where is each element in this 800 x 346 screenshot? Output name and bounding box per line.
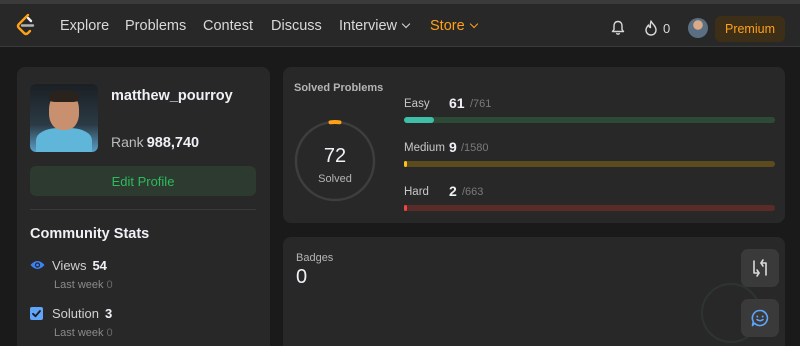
hard-count: 2 — [449, 183, 457, 199]
lastweek-label: Last week — [54, 327, 104, 339]
easy-count: 61 — [449, 95, 465, 111]
solved-total-label: Solved — [318, 173, 352, 185]
username: matthew_pourroy — [111, 88, 233, 104]
nav-contest[interactable]: Contest — [203, 18, 253, 34]
stat-views-value: 54 — [92, 258, 107, 273]
medium-progress-bar — [404, 161, 775, 167]
easy-progress-bar — [404, 117, 775, 123]
profile-card: matthew_pourroy Rank 988,740 Edit Profile… — [17, 67, 270, 346]
badges-title: Badges — [296, 252, 334, 264]
medium-progress-fill — [404, 161, 407, 167]
hard-label: Hard — [404, 186, 429, 198]
nav-problems[interactable]: Problems — [125, 18, 186, 34]
medium-label: Medium — [404, 142, 445, 154]
edit-profile-button[interactable]: Edit Profile — [30, 166, 256, 196]
solved-title: Solved Problems — [294, 82, 384, 94]
nav-discuss[interactable]: Discuss — [271, 18, 322, 34]
stat-solution-value: 3 — [104, 306, 113, 321]
hard-total: /663 — [462, 186, 484, 198]
solution-lastweek: Last week 0 — [54, 327, 113, 339]
divider — [30, 209, 256, 210]
community-stats-title: Community Stats — [30, 226, 150, 242]
feedback-button[interactable] — [741, 299, 779, 337]
chat-smile-icon — [751, 309, 769, 327]
chevron-down-icon — [401, 19, 411, 29]
lastweek-value: 0 — [106, 327, 113, 339]
easy-total: /761 — [470, 98, 492, 110]
medium-count: 9 — [449, 139, 457, 155]
badges-count: 0 — [296, 266, 308, 288]
bell-icon[interactable] — [611, 20, 625, 36]
nav-explore[interactable]: Explore — [60, 18, 109, 34]
profile-avatar — [30, 84, 98, 152]
swap-arrows-icon — [753, 259, 767, 277]
hard-progress-fill — [404, 205, 407, 211]
rank: Rank 988,740 — [111, 134, 199, 151]
views-lastweek: Last week 0 — [54, 279, 113, 291]
nav-store-label: Store — [430, 18, 465, 34]
chevron-down-icon — [469, 19, 478, 29]
lastweek-label: Last week — [54, 279, 104, 291]
streak-count: 0 — [663, 21, 671, 36]
nav-interview[interactable]: Interview — [339, 18, 411, 34]
leetcode-logo-icon[interactable] — [14, 13, 36, 37]
switch-layout-button[interactable] — [741, 249, 779, 287]
avatar[interactable] — [688, 18, 708, 38]
rank-label: Rank — [111, 134, 144, 150]
solved-total: 72 — [323, 145, 347, 167]
flame-icon[interactable] — [644, 20, 658, 36]
easy-label: Easy — [404, 98, 430, 110]
hard-progress-bar — [404, 205, 775, 211]
medium-total: /1580 — [461, 142, 489, 154]
lastweek-value: 0 — [106, 279, 113, 291]
top-navbar: Explore Problems Contest Discuss Intervi… — [0, 0, 800, 47]
solved-problems-card: Solved Problems 72 Solved Easy 61 /761 M… — [283, 67, 785, 223]
premium-button[interactable]: Premium — [715, 16, 785, 42]
stat-solution-label: Solution — [52, 306, 99, 321]
stat-views-label: Views — [52, 258, 87, 273]
rank-value: 988,740 — [146, 135, 200, 151]
checkbox-icon — [30, 307, 43, 320]
easy-progress-fill — [404, 117, 434, 123]
nav-store[interactable]: Store — [430, 18, 478, 34]
eye-icon — [30, 261, 45, 269]
nav-interview-label: Interview — [339, 18, 398, 34]
